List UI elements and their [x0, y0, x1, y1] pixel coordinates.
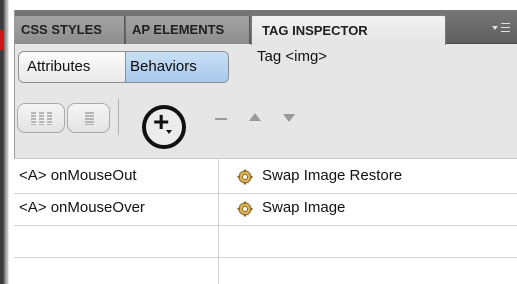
show-set-events-icon [31, 112, 53, 125]
move-up-icon[interactable] [249, 113, 261, 121]
show-all-events-icon [85, 112, 94, 125]
panel-tab-bar: CSS STYLES AP ELEMENTS TAG INSPECTOR [15, 10, 517, 45]
show-set-events-button[interactable] [17, 103, 65, 133]
behavior-gear-icon [237, 169, 253, 185]
screenshot-stage: CSS STYLES AP ELEMENTS TAG INSPECTOR Att… [0, 0, 517, 284]
red-edge-mark [0, 30, 4, 50]
menu-lines-icon [501, 23, 510, 32]
table-row-empty[interactable] [14, 227, 517, 258]
event-cell[interactable]: <A> onMouseOut [19, 167, 137, 184]
remove-behavior-icon[interactable] [215, 118, 227, 120]
add-behavior-dropdown-icon[interactable] [166, 130, 172, 134]
action-cell[interactable]: Swap Image Restore [262, 167, 402, 184]
tab-css-styles[interactable]: CSS STYLES [15, 16, 125, 44]
behaviors-table: <A> onMouseOut Swap Image Restore <A> on… [14, 158, 517, 284]
mode-segmented-control: Attributes Behaviors [18, 51, 229, 83]
toolbar-divider [118, 99, 119, 135]
behaviors-button[interactable]: Behaviors [126, 52, 228, 82]
chevron-down-icon [492, 26, 498, 30]
tab-tag-inspector[interactable]: TAG INSPECTOR [251, 15, 446, 45]
action-cell[interactable]: Swap Image [262, 199, 345, 216]
table-row[interactable]: <A> onMouseOut Swap Image Restore [14, 163, 517, 194]
event-cell[interactable]: <A> onMouseOver [19, 199, 145, 216]
attributes-button[interactable]: Attributes [19, 52, 126, 82]
behavior-gear-icon [237, 201, 253, 217]
table-row[interactable]: <A> onMouseOver Swap Image [14, 195, 517, 226]
move-down-icon[interactable] [283, 114, 295, 122]
tab-ap-elements[interactable]: AP ELEMENTS [126, 16, 250, 44]
table-row-empty[interactable] [14, 259, 517, 284]
panel-options-menu-icon[interactable] [490, 17, 514, 39]
show-all-events-button[interactable] [67, 103, 110, 133]
selected-tag-label: Tag <img> [257, 48, 328, 65]
